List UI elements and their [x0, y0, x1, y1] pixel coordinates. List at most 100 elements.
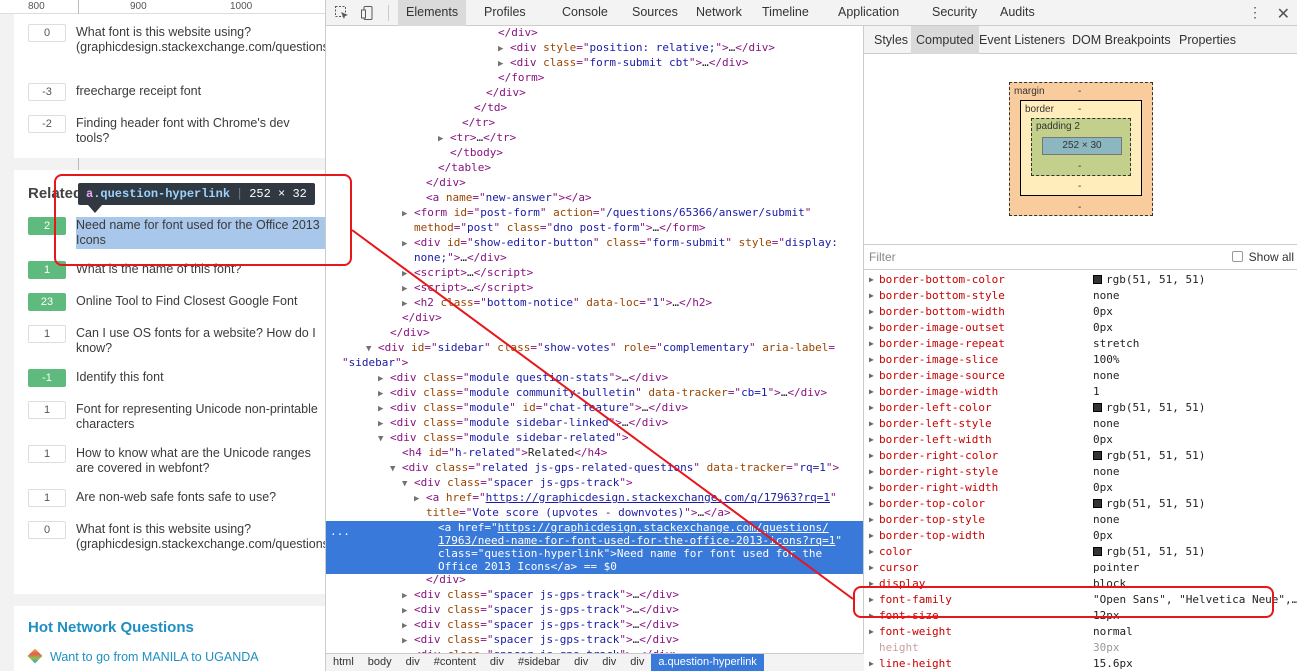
expand-down-icon[interactable]: ▼	[390, 462, 402, 476]
dom-node-line[interactable]: </div>	[326, 311, 863, 325]
expand-right-icon[interactable]: ▶	[869, 528, 874, 544]
question-link[interactable]: Identify this font	[76, 370, 325, 385]
expand-right-icon[interactable]: ▶	[869, 448, 874, 464]
expand-right-icon[interactable]: ▶	[498, 57, 510, 71]
tab-profiles[interactable]: Profiles	[476, 0, 534, 26]
tab-security[interactable]: Security	[924, 0, 985, 26]
expand-right-icon[interactable]: ▶	[869, 496, 874, 512]
expand-down-icon[interactable]: ▼	[378, 432, 390, 446]
dom-node-line[interactable]: title="Vote score (upvotes - downvotes)"…	[326, 506, 863, 520]
breadcrumb-item[interactable]: div	[595, 654, 623, 671]
expand-right-icon[interactable]: ▶	[869, 560, 874, 576]
elements-tree[interactable]: </div> ▶ <div style="position: relative;">…	[326, 26, 864, 653]
question-link[interactable]: Finding header font with Chrome's dev to…	[76, 116, 325, 146]
vote-score-badge[interactable]: -3	[28, 83, 66, 101]
hot-network-link[interactable]: Want to go from MANILA to UGANDA	[27, 648, 259, 664]
expand-right-icon[interactable]: ▶	[498, 42, 510, 56]
breadcrumb-item[interactable]: #content	[427, 654, 483, 671]
expand-right-icon[interactable]: ▶	[869, 272, 874, 288]
dom-node-line[interactable]: method="post" class="dno post-form">…</f…	[326, 221, 863, 235]
color-swatch-icon[interactable]	[1093, 275, 1102, 284]
computed-property-row[interactable]: ▶ border-left-width 0px	[864, 432, 1297, 448]
computed-filter[interactable]: Filter Show all	[864, 244, 1297, 270]
expand-right-icon[interactable]: ▶	[378, 402, 390, 416]
expand-right-icon[interactable]: ▶	[869, 544, 874, 560]
color-swatch-icon[interactable]	[1093, 499, 1102, 508]
computed-property-row[interactable]: ▶ border-top-color rgb(51, 51, 51)	[864, 496, 1297, 512]
expand-down-icon[interactable]: ▼	[366, 342, 378, 356]
expand-down-icon[interactable]: ▼	[402, 477, 414, 491]
dom-node-line[interactable]: <h4 id="h-related">Related</h4>	[326, 446, 863, 460]
vote-score-badge[interactable]: 1	[28, 445, 66, 463]
question-link[interactable]: What font is this website using? (graphi…	[76, 25, 325, 55]
question-link[interactable]: Are non-web safe fonts safe to use?	[76, 490, 325, 505]
tab-sources[interactable]: Sources	[624, 0, 686, 26]
tab-timeline[interactable]: Timeline	[754, 0, 817, 26]
selected-node-menu-icon[interactable]: ···	[330, 528, 350, 541]
computed-property-row[interactable]: height 30px	[864, 640, 1297, 656]
dom-node-line[interactable]: ▶ <div class="module community-bulletin" …	[326, 386, 863, 401]
expand-right-icon[interactable]: ▶	[438, 132, 450, 146]
tab-network[interactable]: Network	[688, 0, 750, 26]
dom-node-line[interactable]: </tbody>	[326, 146, 863, 160]
vote-score-badge[interactable]: 23	[28, 293, 66, 311]
dom-node-line[interactable]: ▶ <div id="show-editor-button" class="for…	[326, 236, 863, 251]
dom-node-line[interactable]: ▶<div class="spacer js-gps-track">…</div…	[326, 603, 863, 618]
color-swatch-icon[interactable]	[1093, 547, 1102, 556]
show-all-checkbox[interactable]: Show all	[1231, 250, 1294, 264]
expand-right-icon[interactable]: ▶	[869, 480, 874, 496]
breadcrumb-item[interactable]: div	[483, 654, 511, 671]
dom-node-line[interactable]: ▶ <h2 class="bottom-notice" data-loc="1">…	[326, 296, 863, 311]
expand-right-icon[interactable]: ▶	[402, 267, 414, 281]
color-swatch-icon[interactable]	[1093, 403, 1102, 412]
dom-node-line[interactable]: </div>	[326, 326, 863, 340]
expand-right-icon[interactable]: ▶	[869, 464, 874, 480]
dom-node-line[interactable]: ▶ <script>…</script>	[326, 281, 863, 296]
color-swatch-icon[interactable]	[1093, 451, 1102, 460]
expand-right-icon[interactable]: ▶	[402, 282, 414, 296]
filter-input[interactable]: Filter	[869, 250, 896, 264]
dom-node-line[interactable]: ▶<div class="spacer js-gps-track">…</div…	[326, 618, 863, 633]
expand-right-icon[interactable]: ▶	[402, 619, 414, 633]
dom-node-line[interactable]: </tr>	[326, 116, 863, 130]
computed-property-row[interactable]: ▶ border-bottom-style none	[864, 288, 1297, 304]
sidebar-tab-dom-breakpoints[interactable]: DOM Breakpoints	[1067, 26, 1176, 54]
dom-node-line[interactable]: ▶<div class="spacer js-gps-track">…</div…	[326, 588, 863, 603]
computed-property-row[interactable]: ▶ border-right-style none	[864, 464, 1297, 480]
expand-right-icon[interactable]: ▶	[869, 432, 874, 448]
device-toolbar-icon[interactable]	[360, 5, 376, 21]
question-link[interactable]: How to know what are the Unicode ranges …	[76, 446, 325, 476]
dom-node-line[interactable]: ▶<div class="spacer js-gps-track">…</div…	[326, 633, 863, 648]
dom-node-line[interactable]: </table>	[326, 161, 863, 175]
dom-node-line[interactable]: ▶ <div class="form-submit cbt">…</div>	[326, 56, 863, 71]
question-link[interactable]: Online Tool to Find Closest Google Font	[76, 294, 325, 309]
selected-dom-node-line[interactable]: 17963/need-name-for-font-used-for-the-of…	[326, 534, 863, 548]
expand-right-icon[interactable]: ▶	[869, 320, 874, 336]
computed-property-row[interactable]: ▶ border-top-style none	[864, 512, 1297, 528]
dom-node-line[interactable]: <a name="new-answer"></a>	[326, 191, 863, 205]
computed-property-row[interactable]: ▶ border-image-outset 0px	[864, 320, 1297, 336]
computed-property-row[interactable]: ▶ border-left-color rgb(51, 51, 51)	[864, 400, 1297, 416]
vote-score-badge[interactable]: 1	[28, 325, 66, 343]
vote-score-badge[interactable]: -1	[28, 369, 66, 387]
dom-node-line[interactable]: ▼ <div class="related js-gps-related-ques…	[326, 461, 863, 476]
breadcrumb-item[interactable]: #sidebar	[511, 654, 567, 671]
expand-right-icon[interactable]: ▶	[378, 417, 390, 431]
expand-right-icon[interactable]: ▶	[869, 512, 874, 528]
inspect-element-icon[interactable]	[334, 5, 350, 21]
question-link[interactable]: Can I use OS fonts for a website? How do…	[76, 326, 325, 356]
expand-right-icon[interactable]: ▶	[378, 372, 390, 386]
expand-right-icon[interactable]: ▶	[402, 589, 414, 603]
expand-right-icon[interactable]: ▶	[402, 634, 414, 648]
computed-property-row[interactable]: ▶ font-weight normal	[864, 624, 1297, 640]
sidebar-tab-computed[interactable]: Computed	[911, 26, 979, 54]
computed-property-row[interactable]: ▶ border-image-width 1	[864, 384, 1297, 400]
vote-score-badge[interactable]: 0	[28, 24, 66, 42]
expand-right-icon[interactable]: ▶	[402, 604, 414, 618]
computed-property-row[interactable]: ▶ cursor pointer	[864, 560, 1297, 576]
sidebar-tab-event-listeners[interactable]: Event Listeners	[974, 26, 1070, 54]
question-link[interactable]: What font is this website using? (graphi…	[76, 522, 325, 552]
dom-node-line[interactable]: ▼ <div class="spacer js-gps-track">	[326, 476, 863, 491]
selected-dom-node-line[interactable]: Office 2013 Icons</a> == $0	[326, 560, 863, 574]
vote-score-badge[interactable]: -2	[28, 115, 66, 133]
